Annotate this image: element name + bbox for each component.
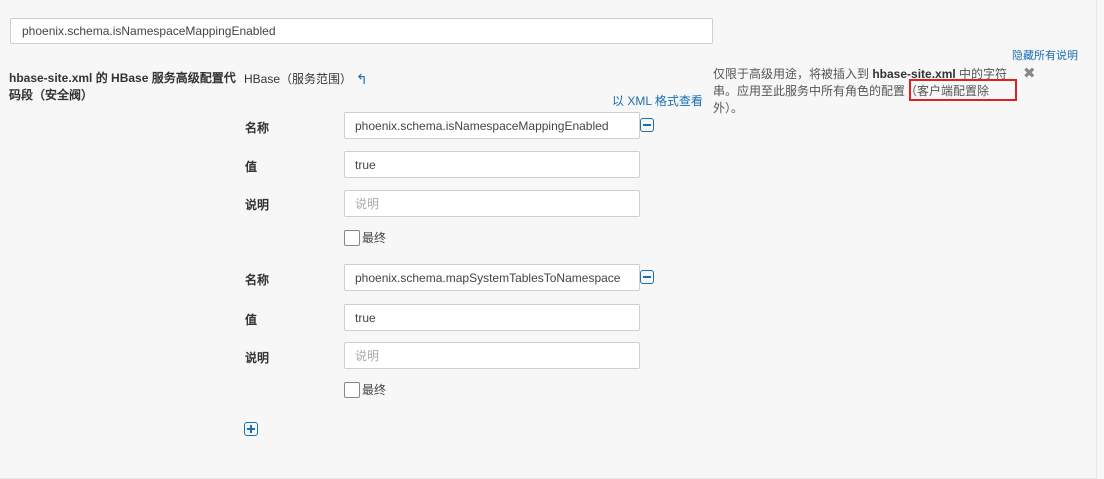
entry-1-final-checkbox[interactable]: 最终 (344, 229, 386, 246)
entry-2-final-label: 最终 (362, 383, 387, 397)
entry-2-final-box[interactable] (344, 381, 360, 398)
entry-2-value-label: 值 (245, 313, 258, 327)
undo-icon[interactable]: ↰ (356, 72, 368, 86)
remove-entry-1-icon[interactable] (640, 118, 654, 132)
description-part1: 仅限于高级用途，将被插入到 (713, 67, 873, 81)
entry-2-name-label: 名称 (245, 273, 270, 287)
search-input[interactable] (10, 18, 713, 44)
config-panel: 隐藏所有说明 hbase-site.xml 的 HBase 服务高级配置代码段（… (0, 0, 1097, 479)
entry-2-final-checkbox[interactable]: 最终 (344, 381, 386, 398)
entry-2-name-field[interactable] (344, 264, 640, 291)
entry-1-value-label: 值 (245, 160, 258, 174)
description-file: hbase-site.xml (872, 67, 956, 81)
hide-all-descriptions-link[interactable]: 隐藏所有说明 (1012, 47, 1078, 63)
add-entry-icon[interactable] (244, 422, 258, 436)
property-description: 仅限于高级用途，将被插入到 hbase-site.xml 中的字符串。应用至此服… (713, 66, 1013, 117)
entry-1-final-label: 最终 (362, 231, 387, 245)
view-as-xml-link[interactable]: 以 XML 格式查看 (612, 92, 703, 109)
entry-2-description-label: 说明 (245, 351, 270, 365)
entry-1-name-field[interactable] (344, 112, 640, 139)
remove-entry-2-icon[interactable] (640, 270, 654, 284)
entry-1-final-box[interactable] (344, 229, 360, 246)
entry-2-description-field[interactable] (344, 342, 640, 369)
entry-1-name-label: 名称 (245, 121, 270, 135)
entry-1-description-field[interactable] (344, 190, 640, 217)
entry-1-description-label: 说明 (245, 198, 270, 212)
scope-text: HBase（服务范围） (244, 72, 353, 86)
entry-1-value-field[interactable] (344, 151, 640, 178)
property-title: hbase-site.xml 的 HBase 服务高级配置代码段（安全阀） (9, 71, 236, 102)
scope-label: HBase（服务范围） ↰ (244, 70, 368, 87)
entry-2-value-field[interactable] (344, 304, 640, 331)
close-description-icon[interactable]: ✖ (1023, 64, 1036, 82)
